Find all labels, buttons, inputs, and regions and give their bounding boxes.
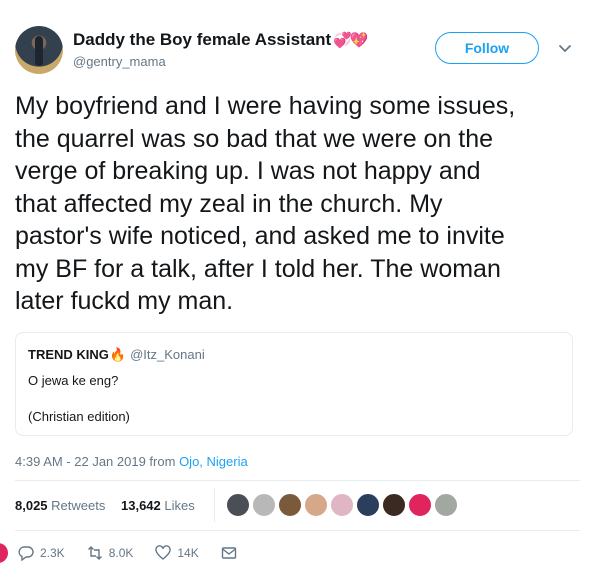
tweet-header: Daddy the Boy female Assistant 💞💖 @gentry… [15, 22, 595, 78]
liker-avatar[interactable] [330, 493, 354, 517]
divider [15, 480, 580, 481]
direct-message-button[interactable] [221, 545, 243, 561]
likes-label: Likes [164, 498, 195, 513]
display-name[interactable]: Daddy the Boy female Assistant 💞💖 [73, 30, 369, 50]
like-count: 14K [177, 546, 199, 560]
timestamp-text[interactable]: 4:39 AM - 22 Jan 2019 from [15, 454, 175, 469]
heart-icon [155, 545, 172, 560]
chevron-down-icon[interactable] [558, 42, 572, 56]
stats-separator [214, 488, 215, 522]
quoted-tweet-header: TREND KING🔥 @Itz_Konani [28, 347, 205, 363]
reply-count: 2.3K [40, 546, 65, 560]
liker-avatar[interactable] [356, 493, 380, 517]
heart-emoji-icon: 💞💖 [333, 32, 368, 49]
retweet-count: 8.0K [108, 546, 134, 560]
liker-avatar[interactable] [434, 493, 458, 517]
divider [15, 530, 580, 531]
liker-avatars [226, 493, 460, 517]
fire-emoji-icon: 🔥 [109, 347, 127, 362]
liker-avatar[interactable] [304, 493, 328, 517]
reply-icon [18, 546, 34, 561]
quoted-tweet[interactable]: TREND KING🔥 @Itz_Konani O jewa ke eng? (C… [15, 332, 573, 436]
tweet-stats: 8,025 Retweets 13,642 Likes [15, 498, 195, 513]
location-link[interactable]: Ojo, Nigeria [179, 454, 248, 469]
liker-avatar[interactable] [226, 493, 250, 517]
tweet-text: My boyfriend and I were having some issu… [15, 92, 516, 315]
likes-stat[interactable]: 13,642 Likes [121, 498, 195, 513]
notification-dot [0, 543, 8, 563]
tweet-actions: 2.3K 8.0K 14K [18, 545, 265, 561]
user-handle[interactable]: @gentry_mama [73, 54, 166, 69]
liker-avatar[interactable] [252, 493, 276, 517]
retweets-count: 8,025 [15, 498, 48, 513]
retweet-icon [87, 546, 102, 560]
liker-avatar[interactable] [278, 493, 302, 517]
liker-avatar[interactable] [408, 493, 432, 517]
retweet-button[interactable]: 8.0K [87, 545, 134, 561]
quoted-user-name: TREND KING [28, 347, 109, 362]
follow-button[interactable]: Follow [435, 32, 539, 64]
quoted-text-line-1: O jewa ke eng? [28, 373, 119, 388]
retweets-stat[interactable]: 8,025 Retweets [15, 498, 105, 513]
quoted-user-handle: @Itz_Konani [130, 347, 205, 362]
quoted-text-line-2: (Christian edition) [28, 409, 130, 424]
tweet-timestamp: 4:39 AM - 22 Jan 2019 from Ojo, Nigeria [15, 454, 248, 469]
display-name-text[interactable]: Daddy the Boy female Assistant [73, 30, 331, 49]
reply-button[interactable]: 2.3K [18, 545, 65, 561]
liker-avatar[interactable] [382, 493, 406, 517]
envelope-icon [221, 547, 236, 559]
like-button[interactable]: 14K [155, 545, 199, 561]
retweets-label: Retweets [51, 498, 106, 513]
avatar[interactable] [15, 26, 63, 74]
likes-count: 13,642 [121, 498, 161, 513]
